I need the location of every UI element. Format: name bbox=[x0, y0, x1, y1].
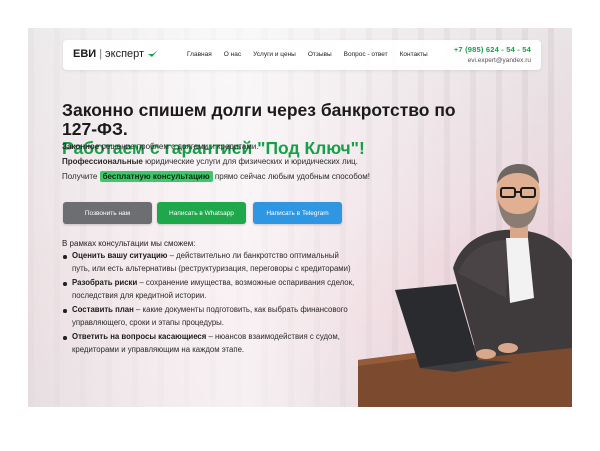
hero-paragraph-3: Получите бесплатную консультацию прямо с… bbox=[62, 171, 370, 182]
list-item-bold: Ответить на вопросы касающиеся bbox=[72, 332, 207, 341]
hero-p3-after: прямо сейчас любым удобным способом! bbox=[212, 172, 370, 181]
consult-title: В рамках консультации мы сможем: bbox=[62, 239, 196, 248]
logo[interactable]: ЕВИ | эксперт bbox=[73, 48, 159, 60]
list-item-bold: Разобрать риски bbox=[72, 278, 138, 287]
list-item: Оценить вашу ситуацию – действительно ли… bbox=[62, 250, 358, 275]
nav-about[interactable]: О нас bbox=[224, 51, 241, 58]
nav-services[interactable]: Услуги и цены bbox=[253, 51, 296, 58]
list-item: Разобрать риски – сохранение имущества, … bbox=[62, 277, 358, 302]
consult-list: Оценить вашу ситуацию – действительно ли… bbox=[62, 250, 358, 358]
page-frame: ЕВИ | эксперт Главная О нас Услуги и цен… bbox=[28, 28, 572, 407]
nav-faq[interactable]: Вопрос - ответ bbox=[344, 51, 388, 58]
email-link[interactable]: evi.expert@yandex.ru bbox=[454, 57, 531, 64]
phone-link[interactable]: +7 (985) 624 - 54 - 54 bbox=[454, 45, 531, 54]
call-button[interactable]: Позвонить нам bbox=[63, 202, 152, 224]
nav-contacts[interactable]: Контакты bbox=[400, 51, 428, 58]
list-item-bold: Составить план bbox=[72, 305, 134, 314]
logo-separator: | bbox=[99, 48, 103, 60]
header-contacts: +7 (985) 624 - 54 - 54 evi.expert@yandex… bbox=[454, 45, 531, 64]
logo-main: ЕВИ bbox=[73, 48, 97, 60]
hero-p1-text: решение проблем с долгами и кредитами. bbox=[99, 142, 259, 151]
whatsapp-button[interactable]: Написать в Whatsapp bbox=[157, 202, 246, 224]
hero-paragraph-2: Профессиональные юридические услуги для … bbox=[62, 157, 358, 166]
nav-home[interactable]: Главная bbox=[187, 51, 212, 58]
site-header: ЕВИ | эксперт Главная О нас Услуги и цен… bbox=[63, 40, 541, 70]
hero-p2-text: юридические услуги для физических и юрид… bbox=[142, 157, 358, 166]
hero-p3-before: Получите bbox=[62, 172, 100, 181]
hero-p1-bold: Законное bbox=[62, 142, 100, 151]
leaf-check-icon bbox=[148, 50, 159, 57]
list-item: Ответить на вопросы касающиеся – нюансов… bbox=[62, 331, 358, 356]
free-consultation-highlight: бесплатную консультацию bbox=[99, 171, 213, 182]
list-item-bold: Оценить вашу ситуацию bbox=[72, 251, 168, 260]
list-item: Составить план – какие документы подгото… bbox=[62, 304, 358, 329]
hero-paragraph-1: Законное решение проблем с долгами и кре… bbox=[62, 142, 259, 151]
hero-title-line1: Законно спишем долги через банкротство п… bbox=[62, 100, 456, 139]
hero-p2-bold: Профессиональные bbox=[62, 157, 143, 166]
nav-reviews[interactable]: Отзывы bbox=[308, 51, 332, 58]
main-nav: Главная О нас Услуги и цены Отзывы Вопро… bbox=[187, 51, 428, 58]
lawyer-photo bbox=[358, 164, 572, 407]
logo-second: эксперт bbox=[105, 48, 145, 60]
telegram-button[interactable]: Написать в Telegram bbox=[253, 202, 342, 224]
